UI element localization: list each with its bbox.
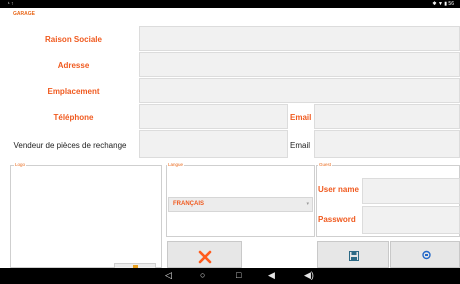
- sync-icon: [422, 250, 431, 260]
- adresse-field[interactable]: [139, 52, 460, 77]
- status-bar: ¹ ↑ ✱ ▼ ▮ 56: [0, 0, 460, 8]
- guest-panel-title: Guest: [318, 162, 333, 167]
- username-label: User name: [318, 185, 359, 194]
- vendeur-label: Vendeur de pièces de rechange: [13, 141, 127, 150]
- save-button[interactable]: [317, 241, 389, 268]
- langue-panel-title: Langue: [167, 162, 185, 167]
- cancel-button[interactable]: [167, 241, 242, 268]
- logo-panel[interactable]: [10, 165, 162, 269]
- floppy-disk-icon: [349, 251, 359, 261]
- vendeur-field[interactable]: [139, 130, 288, 158]
- raison-sociale-field[interactable]: [139, 26, 460, 51]
- password-label: Password: [318, 215, 356, 224]
- status-left-icons: ¹ ↑: [8, 1, 14, 7]
- status-right-icons: ✱ ▼ ▮ 56: [432, 1, 454, 7]
- email-label: Email: [290, 113, 312, 122]
- language-select-value: FRANÇAIS: [173, 201, 204, 207]
- email-label-2: Email: [290, 141, 311, 150]
- raison-sociale-label: Raison Sociale: [45, 35, 102, 44]
- home-icon[interactable]: ○: [200, 270, 205, 280]
- volume-down-icon[interactable]: ◀: [268, 270, 275, 281]
- volume-up-icon[interactable]: ◀): [304, 270, 314, 281]
- adresse-label: Adresse: [57, 61, 90, 70]
- telephone-label: Téléphone: [53, 113, 94, 122]
- password-field[interactable]: [362, 206, 460, 234]
- telephone-field[interactable]: [139, 104, 288, 129]
- emplacement-field[interactable]: [139, 78, 460, 103]
- recent-apps-icon[interactable]: □: [236, 270, 241, 280]
- username-field[interactable]: [362, 178, 460, 204]
- language-select[interactable]: FRANÇAIS ▾: [168, 197, 313, 212]
- chevron-down-icon: ▾: [306, 201, 309, 207]
- close-icon: [198, 250, 212, 264]
- navigation-bar: ◁ ○ □ ◀ ◀): [0, 268, 460, 284]
- sync-button[interactable]: [390, 241, 460, 268]
- garage-section-title: GARAGE: [13, 11, 35, 17]
- back-icon[interactable]: ◁: [165, 270, 172, 281]
- logo-panel-title: Logo: [14, 162, 27, 167]
- email-field[interactable]: [314, 104, 460, 129]
- emplacement-label: Emplacement: [47, 87, 100, 96]
- vendeur-email-field[interactable]: [314, 130, 460, 158]
